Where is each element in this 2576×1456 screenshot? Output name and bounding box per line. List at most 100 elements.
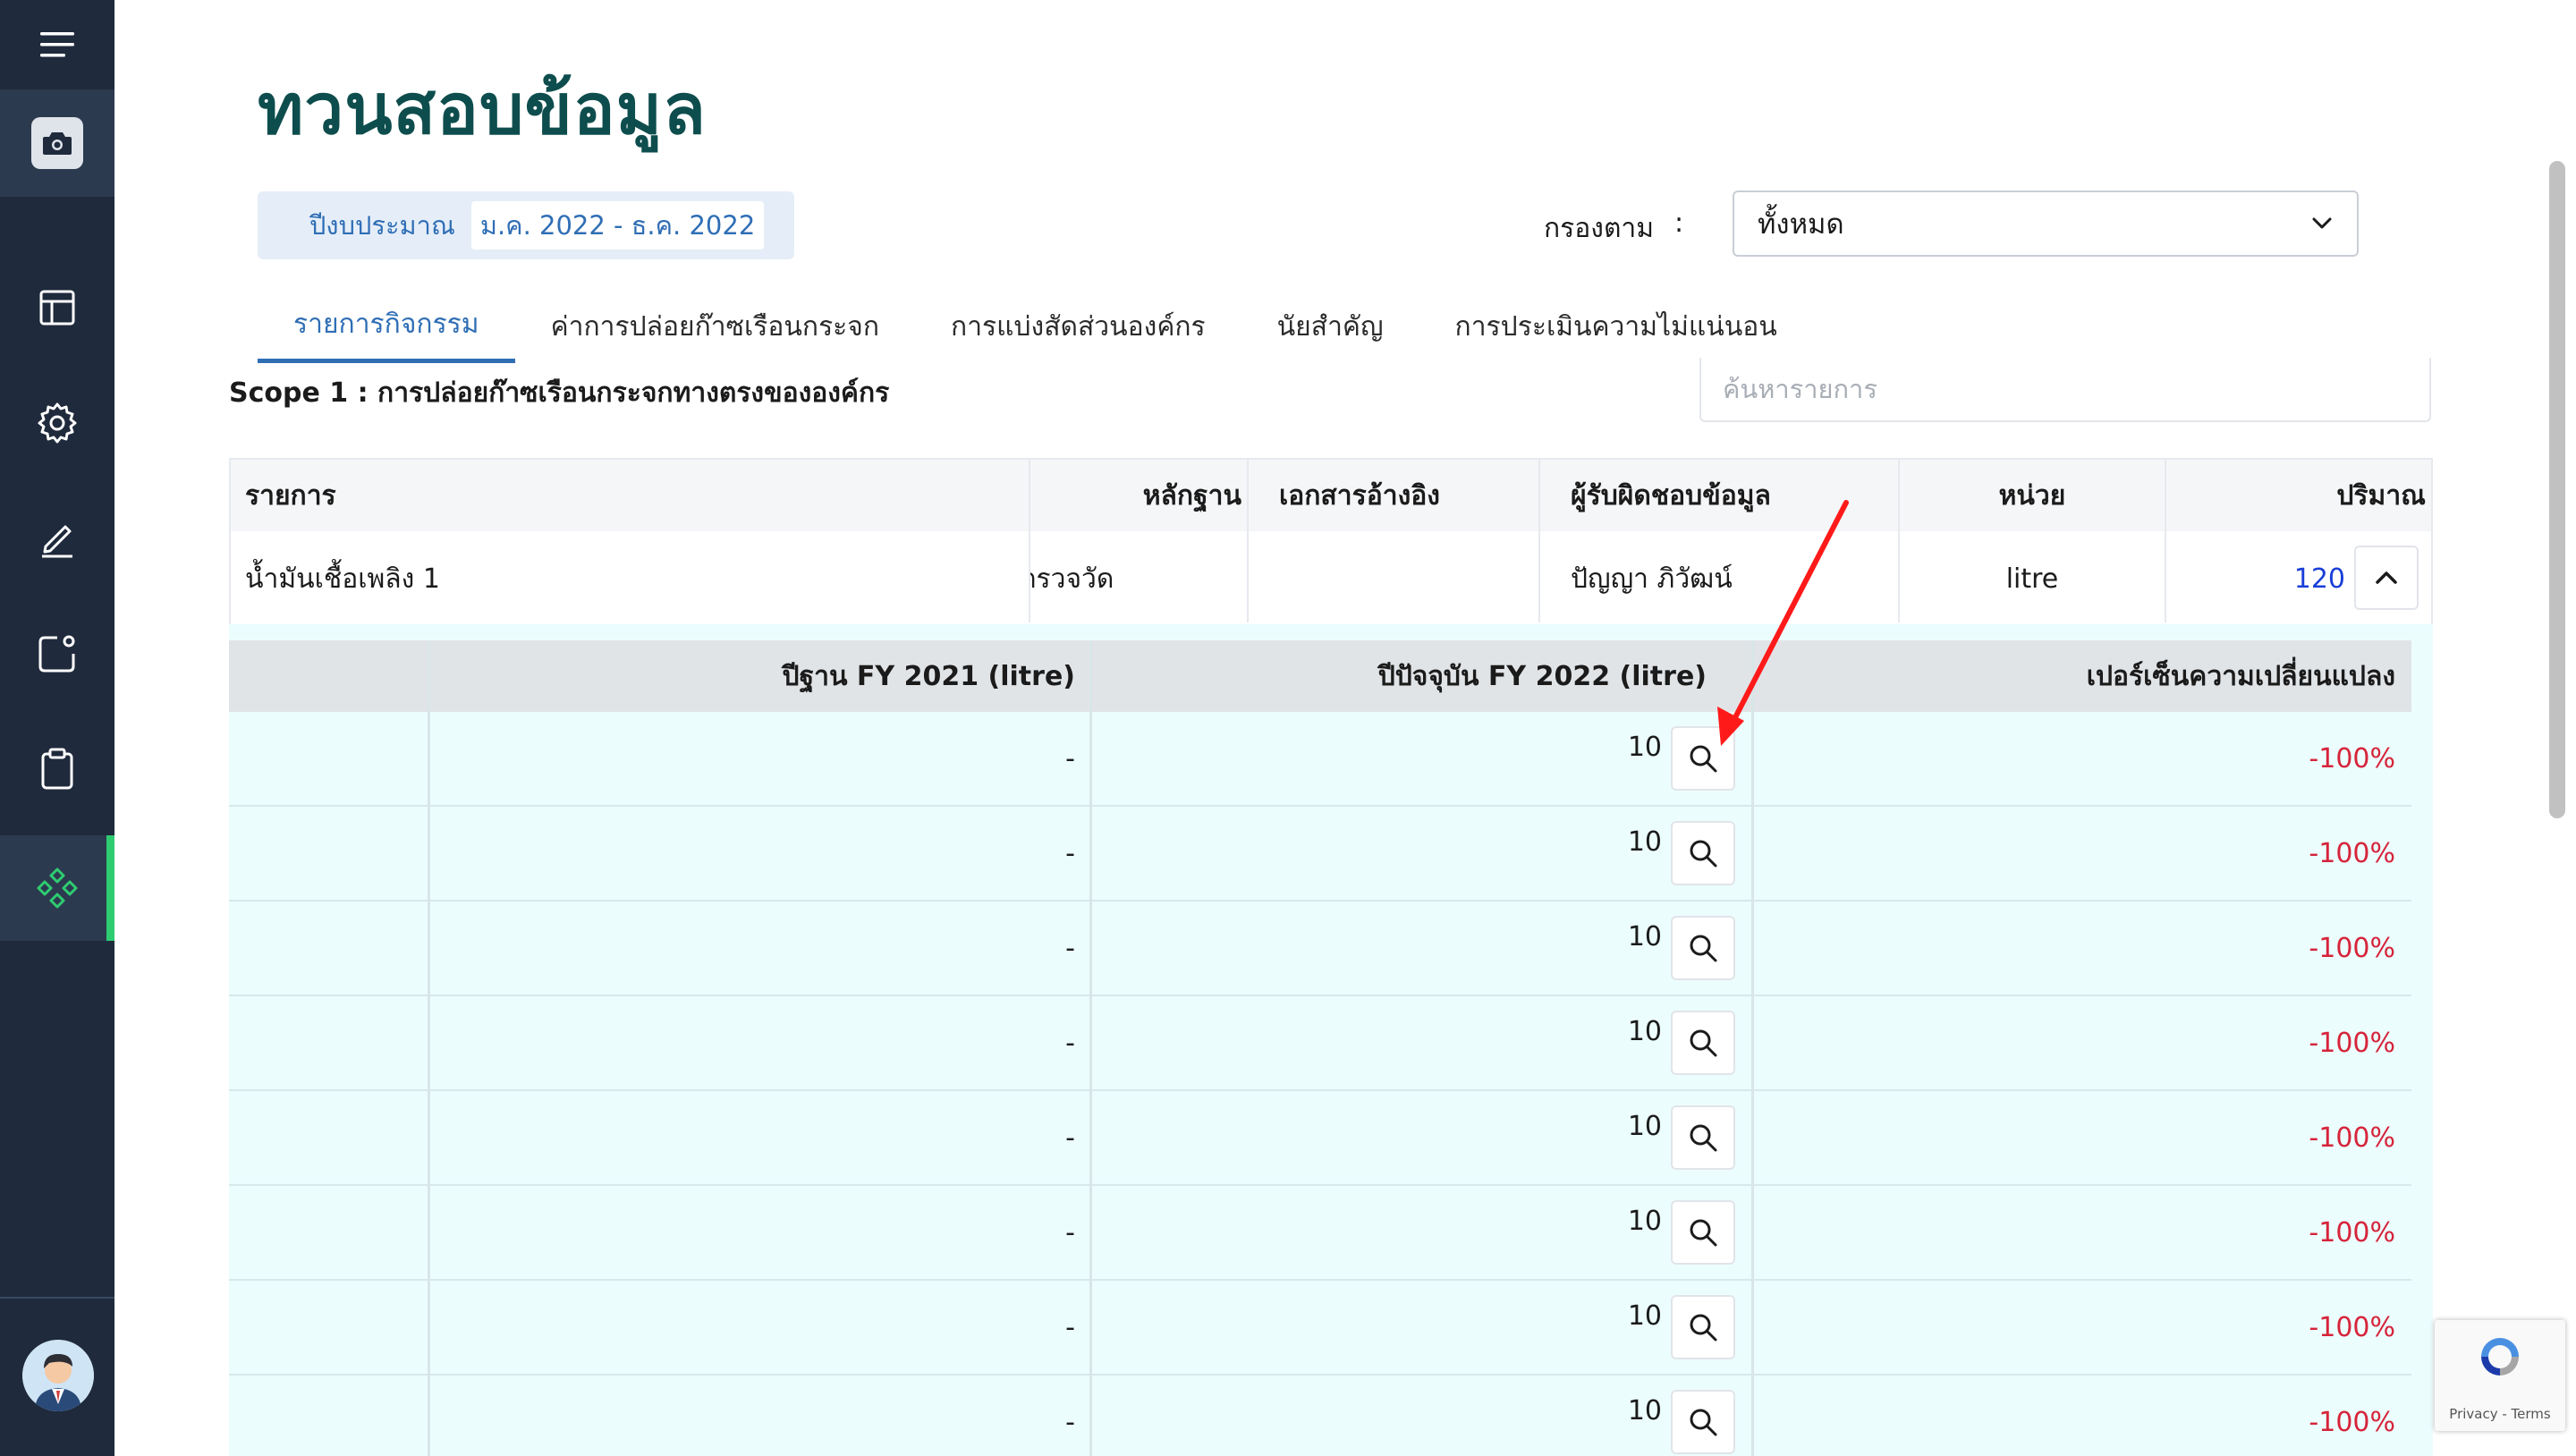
cell-current-year-value: 10: [1627, 1206, 1662, 1237]
tab-activity-list[interactable]: รายการกิจกรรม: [258, 290, 515, 363]
recaptcha-links[interactable]: Privacy - Terms: [2435, 1406, 2565, 1422]
column-divider: [1029, 460, 1030, 622]
view-detail-button[interactable]: [1671, 1200, 1735, 1265]
view-detail-button[interactable]: [1671, 1011, 1735, 1075]
search-icon: [1690, 745, 1717, 773]
diamond-grid-icon: [37, 868, 78, 909]
sidebar-item-notifications[interactable]: [0, 601, 114, 707]
cell-quantity[interactable]: 120: [2166, 531, 2345, 626]
column-divider: [1751, 640, 1754, 1456]
table-row: - 10 -100%: [229, 902, 2411, 996]
column-divider: [1089, 640, 1092, 1456]
cell-percent-change: -100%: [2309, 1311, 2395, 1343]
cell-current-year-value: 10: [1627, 921, 1662, 952]
cell-current-year: 10: [1093, 902, 1751, 995]
detail-table: ปีฐาน FY 2021 (litre) ปีปัจจุบัน FY 2022…: [229, 624, 2433, 1456]
sidebar-item-camera[interactable]: [0, 89, 114, 197]
cell-base-year: -: [1065, 1027, 1075, 1059]
table-row: - 10 -100%: [229, 996, 2411, 1091]
cell-item: น้ำมันเชื้อเพลิง 1: [245, 563, 440, 595]
search-icon: [1690, 935, 1717, 962]
collapse-row-button[interactable]: [2354, 546, 2419, 610]
tab-significance[interactable]: นัยสำคัญ: [1241, 290, 1419, 363]
cell-reference: [1263, 531, 1549, 626]
cell-current-year: 10: [1093, 1376, 1751, 1456]
cell-percent-change: -100%: [2309, 837, 2395, 869]
sidebar: [0, 0, 114, 1456]
search-icon: [1690, 840, 1717, 868]
view-detail-button[interactable]: [1671, 916, 1735, 980]
header-evidence: หลักฐาน: [1018, 460, 1241, 531]
menu-button[interactable]: [0, 0, 114, 89]
table-row: - 10 -100%: [229, 712, 2411, 807]
cell-evidence: ตรวจวัด: [1030, 531, 1245, 626]
view-detail-button[interactable]: [1671, 1390, 1735, 1454]
cell-base-year: -: [1065, 1406, 1075, 1438]
tab-emission-factor[interactable]: ค่าการปล่อยก๊าซเรือนกระจก: [515, 290, 915, 363]
recaptcha-badge[interactable]: Privacy - Terms: [2435, 1320, 2565, 1431]
tab-bar: รายการกิจกรรม ค่าการปล่อยก๊าซเรือนกระจก …: [258, 290, 1813, 363]
cell-base-year: -: [1065, 932, 1075, 964]
clipboard-icon: [41, 748, 73, 790]
sidebar-item-modules[interactable]: [0, 835, 114, 941]
cell-current-year-value: 10: [1627, 732, 1662, 763]
cell-current-year: 10: [1093, 1186, 1751, 1279]
page-title: ทวนสอบข้อมูล: [258, 70, 707, 150]
table-row: - 10 -100%: [229, 1281, 2411, 1376]
sidebar-item-clipboard[interactable]: [0, 716, 114, 822]
view-detail-button[interactable]: [1671, 1295, 1735, 1359]
sidebar-item-layout[interactable]: [0, 255, 114, 360]
cell-base-year: -: [1065, 1311, 1075, 1343]
tab-uncertainty-assessment[interactable]: การประเมินความไม่แน่นอน: [1419, 290, 1813, 363]
avatar[interactable]: [22, 1340, 94, 1411]
camera-icon: [43, 132, 72, 155]
edit-icon: [42, 525, 72, 558]
filter-label: กรองตาม: [1544, 213, 1655, 244]
cell-percent-change: -100%: [2309, 932, 2395, 964]
cell-base-year: -: [1065, 837, 1075, 869]
cell-current-year-value: 10: [1627, 1016, 1662, 1047]
cell-current-year: 10: [1093, 1281, 1751, 1374]
search-icon: [1690, 1029, 1717, 1057]
fiscal-year-box: ปีงบประมาณ ม.ค. 2022 - ธ.ค. 2022: [258, 191, 794, 259]
cell-current-year: 10: [1093, 996, 1751, 1089]
search-icon: [1690, 1124, 1717, 1152]
header-reference: เอกสารอ้างอิง: [1279, 479, 1440, 512]
tab-organization-allocation[interactable]: การแบ่งสัดส่วนองค์กร: [915, 290, 1241, 363]
column-divider: [1538, 460, 1540, 622]
view-detail-button[interactable]: [1671, 726, 1735, 791]
cell-current-year-value: 10: [1627, 1300, 1662, 1332]
search-icon: [1690, 1219, 1717, 1247]
column-divider: [2165, 460, 2166, 622]
table-row[interactable]: น้ำมันเชื้อเพลิง 1 ตรวจวัด ปัญญา ภิวัฒน์…: [231, 531, 2431, 626]
cell-current-year-value: 10: [1627, 1111, 1662, 1142]
filter-colon: :: [1674, 207, 1684, 239]
cell-base-year: -: [1065, 1122, 1075, 1154]
header-evidence-text: หลักฐาน: [1142, 479, 1241, 512]
sidebar-item-settings[interactable]: [0, 370, 114, 476]
cell-current-year: 10: [1093, 807, 1751, 900]
detail-table-header: ปีฐาน FY 2021 (litre) ปีปัจจุบัน FY 2022…: [229, 640, 2411, 712]
chevron-down-icon: [2312, 217, 2332, 229]
filter-selected-value: ทั้งหมด: [1758, 208, 1844, 241]
search-input[interactable]: [1699, 358, 2431, 422]
table-header: รายการ หลักฐาน เอกสารอ้างอิง ผู้รับผิดชอ…: [231, 460, 2431, 531]
scope-title: Scope 1 : การปล่อยก๊าซเรือนกระจกทางตรงขอ…: [229, 377, 890, 409]
user-avatar-icon: [22, 1340, 94, 1411]
cell-percent-change: -100%: [2309, 1122, 2395, 1154]
search-icon: [1690, 1314, 1717, 1342]
column-divider: [428, 640, 430, 1456]
cell-base-year: -: [1065, 1216, 1075, 1249]
cell-evidence-text: ตรวจวัด: [1030, 563, 1114, 595]
header-base-year: ปีฐาน FY 2021 (litre): [782, 660, 1075, 692]
header-unit: หน่วย: [1998, 479, 2066, 512]
view-detail-button[interactable]: [1671, 1105, 1735, 1170]
scrollbar-thumb[interactable]: [2549, 161, 2565, 818]
filter-select[interactable]: ทั้งหมด: [1733, 190, 2359, 257]
fiscal-year-value[interactable]: ม.ค. 2022 - ธ.ค. 2022: [470, 201, 765, 250]
view-detail-button[interactable]: [1671, 821, 1735, 885]
cell-current-year-value: 10: [1627, 826, 1662, 858]
cell-percent-change: -100%: [2309, 1406, 2395, 1438]
sidebar-item-edit[interactable]: [0, 486, 114, 591]
cell-percent-change: -100%: [2309, 742, 2395, 775]
